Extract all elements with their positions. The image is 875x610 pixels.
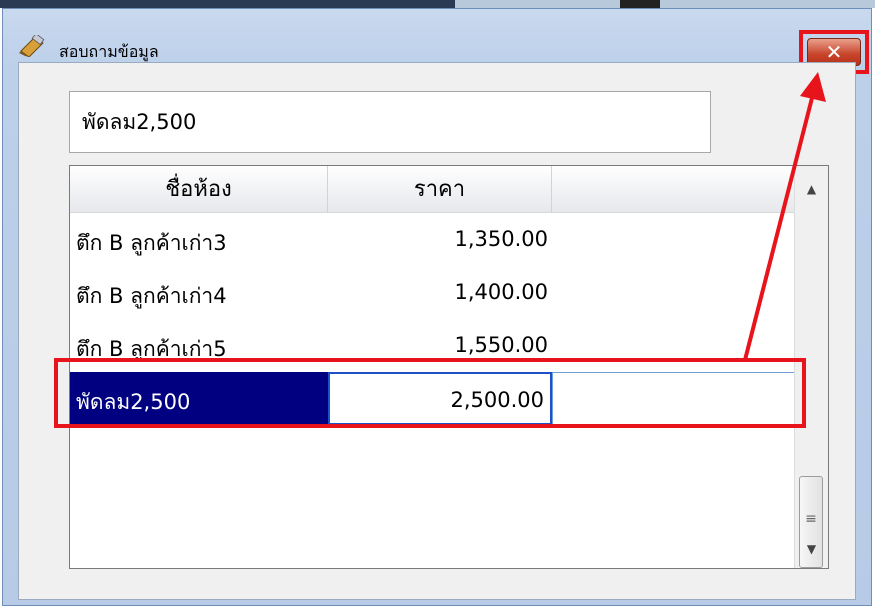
annotation-arrow-head: [800, 72, 826, 102]
annotation-arrow: [743, 72, 826, 361]
annotation-arrow-line: [743, 97, 814, 361]
